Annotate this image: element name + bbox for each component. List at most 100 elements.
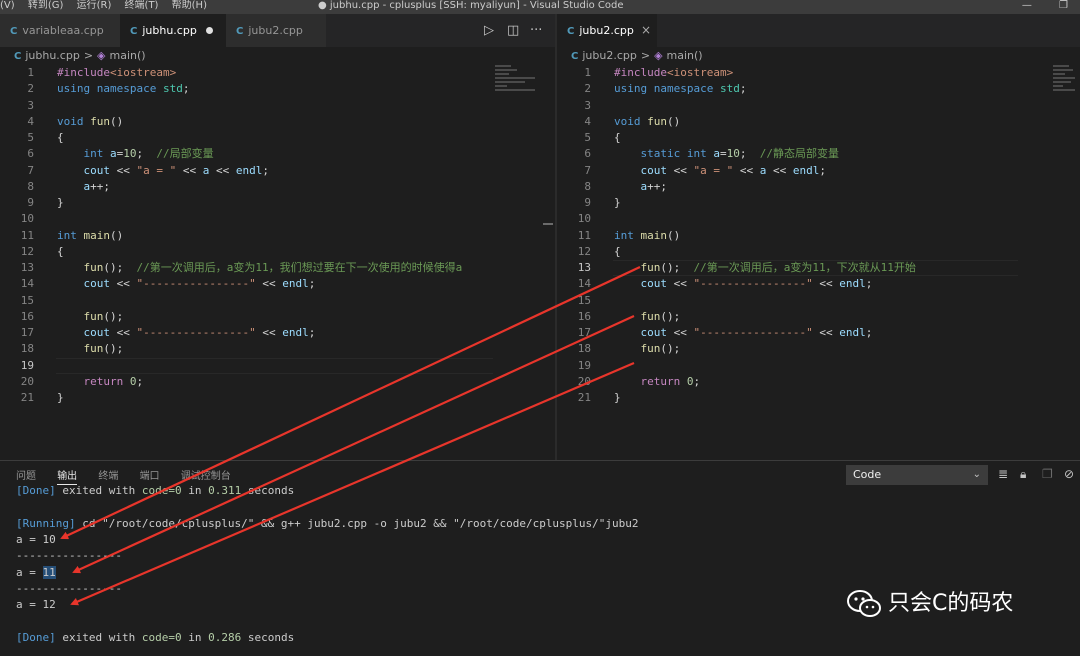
code-line[interactable]: 19 (557, 358, 1080, 374)
code-token: << (739, 163, 760, 177)
lock-icon[interactable]: 🔒︎ (1020, 467, 1026, 482)
code-line[interactable]: 15 (557, 293, 1080, 309)
code-line[interactable]: 16 fun(); (0, 309, 555, 325)
code-token: << (262, 326, 283, 339)
code-line[interactable]: 3 (557, 98, 1080, 114)
cpp-file-icon: C (130, 26, 138, 37)
code-area[interactable]: 1 #include<iostream> 2 using namespace std;… (0, 65, 555, 406)
code-token: std (162, 82, 183, 96)
code-line[interactable]: 12 { (0, 244, 555, 260)
code-line[interactable]: 9} (0, 195, 555, 211)
code-line[interactable]: 14 cout << "----------------" << endl; (0, 276, 555, 292)
code-line[interactable]: 4 void fun() (557, 114, 1080, 130)
code-line[interactable]: 6 static int a=10; //静态局部变量 (557, 146, 1080, 162)
code-text: int main() (614, 228, 680, 244)
menu-run[interactable]: 运行(R) (77, 0, 112, 11)
code-line[interactable]: 17 cout << "----------------" << endl; (557, 325, 1080, 341)
split-editor-icon[interactable]: ◫ (507, 14, 519, 47)
code-line[interactable]: 8 a++; (0, 179, 555, 195)
tab-jubhu-cpp[interactable]: Cjubhu.cpp (120, 14, 226, 47)
menu-view[interactable]: (V) (0, 0, 15, 11)
panel-tab-debug-console[interactable]: 调试控制台 (181, 471, 231, 482)
breadcrumb-file[interactable]: jubhu.cpp (25, 49, 79, 62)
output-token: 0.311 (208, 484, 248, 497)
line-number: 12 (20, 244, 34, 258)
output-token: seconds (247, 484, 295, 497)
code-line[interactable]: 7 cout << "a = " << a << endl; (0, 163, 555, 179)
clear-output-icon[interactable]: ⊘ (1064, 467, 1074, 481)
code-line[interactable]: 12 { (557, 244, 1080, 260)
panel-tab-problems[interactable]: 问题 (16, 471, 36, 482)
code-token: << (116, 326, 137, 339)
code-line[interactable]: 15 (0, 293, 555, 309)
close-icon[interactable]: × (641, 14, 651, 47)
output-source-select[interactable]: Code ⌄ (846, 465, 988, 485)
code-text: { (57, 244, 64, 260)
code-line[interactable]: 2 using namespace std; (0, 81, 555, 97)
tab-variableaa-cpp[interactable]: Cvariableaa.cpp (0, 14, 120, 47)
code-line[interactable]: 18 fun(); (557, 341, 1080, 357)
code-line[interactable]: 20 return 0; (0, 374, 555, 390)
code-line[interactable]: 10 (557, 211, 1080, 227)
line-number: 10 (577, 212, 591, 226)
panel-tab-output[interactable]: 输出 (57, 471, 78, 485)
code-line[interactable]: 13 fun(); //第一次调用后，a变为11，我们想过要在下一次使用的时候使… (0, 260, 555, 276)
run-icon[interactable]: ▷ (484, 14, 494, 47)
menu-goto[interactable]: 转到(G) (28, 0, 64, 11)
copy-icon[interactable]: ❐ (1042, 467, 1053, 481)
code-token: fun (647, 114, 667, 128)
tab-label: jubu2.cpp (248, 24, 303, 37)
code-token: std (719, 82, 740, 96)
code-line[interactable]: 21} (0, 390, 555, 406)
breadcrumb-symbol[interactable]: main() (667, 49, 703, 62)
line-number: 18 (577, 342, 591, 356)
scrollbar-thumb[interactable] (543, 223, 553, 225)
tab-jubu2-cpp[interactable]: Cjubu2.cpp × (557, 14, 657, 47)
code-line[interactable]: 19 (0, 357, 555, 375)
menu-terminal[interactable]: 终端(T) (125, 0, 159, 11)
code-token: (); (660, 309, 681, 323)
list-filter-icon[interactable]: ≣ (998, 467, 1008, 481)
code-line[interactable]: 16 fun(); (557, 309, 1080, 325)
code-line[interactable]: 10 (0, 211, 555, 227)
line-number: 19 (577, 358, 591, 372)
tab-jubu2-cpp[interactable]: Cjubu2.cpp (226, 14, 326, 47)
tab-bar: Cvariableaa.cpp Cjubhu.cpp Cjubu2.cpp ▷ … (0, 14, 555, 47)
output-token: ---------------- (16, 549, 122, 563)
code-line[interactable]: 6 int a=10; //局部变量 (0, 146, 555, 162)
code-token: fun (90, 114, 110, 128)
code-line[interactable]: 14 cout << "----------------" << endl; (557, 276, 1080, 292)
code-line[interactable]: 5{ (557, 130, 1080, 146)
code-line[interactable]: 18 fun(); (0, 341, 555, 357)
code-line[interactable]: 1 #include<iostream> (0, 65, 555, 81)
code-line[interactable]: 13 fun(); //第一次调用后，a变为11，下次就从11开始 (557, 260, 1080, 277)
code-line[interactable]: 8 a++; (557, 179, 1080, 195)
breadcrumb-file[interactable]: jubu2.cpp (582, 49, 637, 62)
code-line[interactable]: 4 void fun() (0, 114, 555, 130)
unsaved-dot-icon[interactable] (206, 27, 213, 34)
panel-tab-terminal[interactable]: 终端 (98, 471, 118, 482)
minimap[interactable] (1053, 65, 1077, 105)
code-line[interactable]: 5{ (0, 130, 555, 146)
more-icon[interactable]: ··· (530, 14, 542, 47)
minimize-icon[interactable]: — (1022, 0, 1032, 11)
code-line[interactable]: 2 using namespace std; (557, 81, 1080, 97)
code-area[interactable]: 1 #include<iostream> 2 using namespace std;… (557, 65, 1080, 406)
code-line[interactable]: 9} (557, 195, 1080, 211)
code-line[interactable]: 20 return 0; (557, 374, 1080, 390)
menu-help[interactable]: 帮助(H) (172, 0, 207, 11)
code-line[interactable]: 7 cout << "a = " << a << endl; (557, 163, 1080, 179)
code-line[interactable]: 17 cout << "----------------" << endl; (0, 325, 555, 341)
minimap[interactable] (495, 65, 545, 105)
code-line[interactable]: 21} (557, 390, 1080, 406)
code-line[interactable]: 11 int main() (0, 228, 555, 244)
code-line[interactable]: 3 (0, 98, 555, 114)
breadcrumb-symbol[interactable]: main() (110, 49, 146, 62)
code-line[interactable]: 1 #include<iostream> (557, 65, 1080, 81)
code-token: ++; (647, 179, 667, 193)
panel-tab-ports[interactable]: 端口 (140, 471, 160, 482)
maximize-icon[interactable]: ❐ (1059, 0, 1068, 11)
code-line[interactable]: 11 int main() (557, 228, 1080, 244)
code-text: a++; (57, 179, 111, 195)
